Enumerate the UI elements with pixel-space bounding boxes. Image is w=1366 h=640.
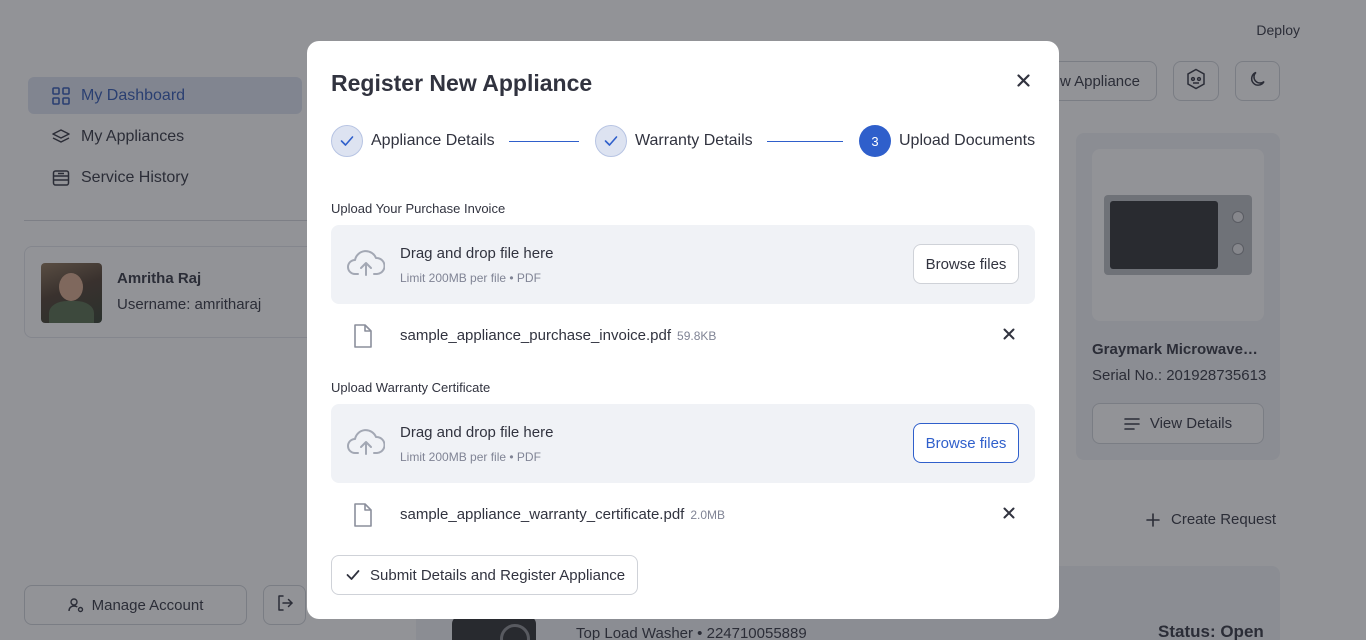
warranty-file-row: sample_appliance_warranty_certificate.pd… bbox=[331, 495, 1035, 535]
invoice-file-name: sample_appliance_purchase_invoice.pdf 59.… bbox=[400, 327, 716, 344]
warranty-browse-button[interactable]: Browse files bbox=[913, 423, 1019, 463]
step-label: Appliance Details bbox=[371, 132, 495, 149]
warranty-upload-label: Upload Warranty Certificate bbox=[331, 380, 491, 395]
check-icon bbox=[346, 569, 360, 581]
close-button[interactable] bbox=[1013, 73, 1033, 93]
dropzone-limit: Limit 200MB per file • PDF bbox=[400, 271, 541, 285]
file-name-text: sample_appliance_warranty_certificate.pd… bbox=[400, 506, 685, 523]
step-warranty-details: Warranty Details bbox=[595, 125, 753, 157]
submit-label: Submit Details and Register Appliance bbox=[370, 566, 626, 584]
invoice-remove-button[interactable] bbox=[1001, 328, 1017, 344]
step-connector bbox=[509, 141, 579, 142]
close-icon bbox=[1003, 506, 1015, 524]
file-size: 2.0MB bbox=[690, 508, 726, 522]
warranty-dropzone[interactable]: Drag and drop file here Limit 200MB per … bbox=[331, 404, 1035, 483]
file-size: 59.8KB bbox=[677, 329, 717, 343]
dropzone-title: Drag and drop file here bbox=[400, 245, 554, 262]
step-label: Upload Documents bbox=[899, 132, 1036, 149]
warranty-file-name: sample_appliance_warranty_certificate.pd… bbox=[400, 506, 725, 523]
dropzone-limit: Limit 200MB per file • PDF bbox=[400, 450, 541, 464]
submit-register-button[interactable]: Submit Details and Register Appliance bbox=[331, 555, 638, 595]
step-connector bbox=[767, 141, 843, 142]
file-name-text: sample_appliance_purchase_invoice.pdf bbox=[400, 327, 672, 344]
close-icon bbox=[1003, 327, 1015, 345]
invoice-dropzone[interactable]: Drag and drop file here Limit 200MB per … bbox=[331, 225, 1035, 304]
invoice-file-row: sample_appliance_purchase_invoice.pdf 59.… bbox=[331, 316, 1035, 356]
register-appliance-modal: Register New Appliance Appliance Details… bbox=[307, 41, 1059, 619]
close-icon bbox=[1016, 74, 1030, 92]
cloud-upload-icon bbox=[347, 249, 385, 277]
step-check-icon bbox=[331, 125, 363, 157]
step-label: Warranty Details bbox=[635, 132, 753, 149]
dropzone-title: Drag and drop file here bbox=[400, 424, 554, 441]
step-number: 3 bbox=[859, 125, 891, 157]
invoice-browse-button[interactable]: Browse files bbox=[913, 244, 1019, 284]
step-check-icon bbox=[595, 125, 627, 157]
cloud-upload-icon bbox=[347, 428, 385, 456]
step-appliance-details: Appliance Details bbox=[331, 125, 495, 157]
invoice-upload-label: Upload Your Purchase Invoice bbox=[331, 201, 506, 216]
modal-title: Register New Appliance bbox=[331, 70, 593, 96]
file-icon bbox=[353, 323, 373, 349]
step-upload-documents: 3 Upload Documents bbox=[859, 125, 1035, 157]
warranty-remove-button[interactable] bbox=[1001, 507, 1017, 523]
file-icon bbox=[353, 502, 373, 528]
